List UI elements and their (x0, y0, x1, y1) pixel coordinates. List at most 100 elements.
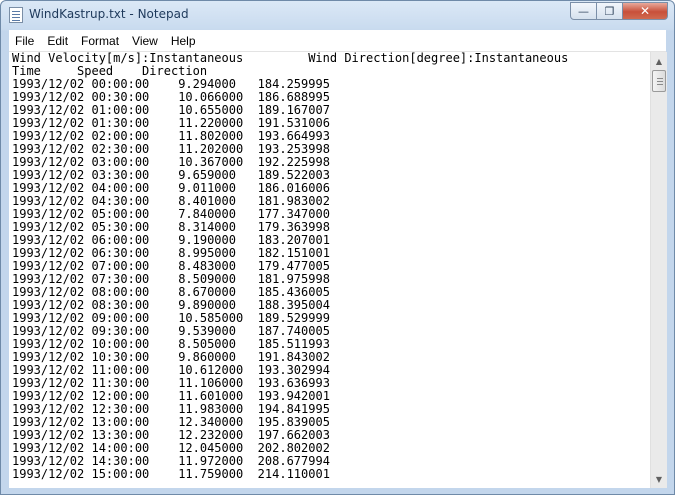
row-time: 1993/12/02 06:30:00 (12, 246, 150, 260)
row-speed: 9.539000 (178, 324, 258, 338)
row-time: 1993/12/02 10:30:00 (12, 350, 150, 364)
row-speed: 9.011000 (178, 181, 258, 195)
row-speed: 7.840000 (178, 207, 258, 221)
row-direction: 193.942001 (257, 389, 330, 403)
row-direction: 193.253998 (257, 142, 330, 156)
row-speed: 8.995000 (178, 246, 258, 260)
row-time: 1993/12/02 13:30:00 (12, 428, 150, 442)
row-speed: 11.972000 (178, 454, 258, 468)
row-time: 1993/12/02 03:00:00 (12, 155, 150, 169)
row-time: 1993/12/02 09:00:00 (12, 311, 150, 325)
row-speed: 11.106000 (178, 376, 258, 390)
row-speed: 9.659000 (178, 168, 258, 182)
text-editor[interactable]: Wind Velocity[m/s]:Instantaneous Wind Di… (9, 52, 658, 488)
data-row: 1993/12/02 15:00:00 11.759000 214.110001 (9, 468, 658, 481)
row-direction: 177.347000 (257, 207, 330, 221)
window-title: WindKastrup.txt - Notepad (29, 7, 189, 21)
row-direction: 189.167007 (257, 103, 330, 117)
row-time: 1993/12/02 02:00:00 (12, 129, 150, 143)
row-direction: 193.302994 (257, 363, 330, 377)
row-time: 1993/12/02 15:00:00 (12, 467, 150, 481)
row-speed: 10.612000 (178, 363, 258, 377)
minimize-button[interactable]: — (570, 2, 597, 20)
row-direction: 184.259995 (257, 77, 330, 91)
row-direction: 214.110001 (257, 467, 330, 481)
maximize-button[interactable]: ❐ (596, 2, 623, 20)
row-time: 1993/12/02 12:30:00 (12, 402, 150, 416)
row-time: 1993/12/02 01:30:00 (12, 116, 150, 130)
row-speed: 11.802000 (178, 129, 258, 143)
row-time: 1993/12/02 10:00:00 (12, 337, 150, 351)
row-time: 1993/12/02 01:00:00 (12, 103, 150, 117)
scroll-thumb[interactable] (652, 70, 666, 92)
row-speed: 11.220000 (178, 116, 258, 130)
row-direction: 191.843002 (257, 350, 330, 364)
row-direction: 202.802002 (257, 441, 330, 455)
row-speed: 11.759000 (178, 467, 258, 481)
row-time: 1993/12/02 05:30:00 (12, 220, 150, 234)
menu-format[interactable]: Format (75, 34, 125, 48)
row-time: 1993/12/02 08:30:00 (12, 298, 150, 312)
menu-help[interactable]: Help (165, 34, 202, 48)
row-speed: 12.340000 (178, 415, 258, 429)
row-time: 1993/12/02 07:30:00 (12, 272, 150, 286)
scroll-down-arrow-icon[interactable]: ▼ (651, 471, 667, 487)
row-direction: 181.983002 (257, 194, 330, 208)
row-speed: 8.483000 (178, 259, 258, 273)
row-speed: 9.190000 (178, 233, 258, 247)
vertical-scrollbar[interactable]: ▲ ▼ (650, 52, 667, 488)
row-speed: 10.655000 (178, 103, 258, 117)
row-direction: 187.740005 (257, 324, 330, 338)
row-speed: 12.045000 (178, 441, 258, 455)
row-time: 1993/12/02 13:00:00 (12, 415, 150, 429)
row-time: 1993/12/02 08:00:00 (12, 285, 150, 299)
row-time: 1993/12/02 12:00:00 (12, 389, 150, 403)
row-direction: 189.529999 (257, 311, 330, 325)
row-speed: 8.505000 (178, 337, 258, 351)
row-speed: 9.860000 (178, 350, 258, 364)
row-speed: 11.202000 (178, 142, 258, 156)
row-direction: 183.207001 (257, 233, 330, 247)
notepad-icon[interactable] (9, 7, 23, 23)
row-speed: 9.890000 (178, 298, 258, 312)
window-controls: — ❐ ✕ (570, 2, 668, 21)
notepad-window: WindKastrup.txt - Notepad — ❐ ✕ File Edi… (0, 0, 675, 495)
data-rows: 1993/12/02 00:00:00 9.294000 184.259995 1… (9, 78, 658, 481)
menu-bar: File Edit Format View Help (9, 30, 666, 52)
title-bar[interactable]: WindKastrup.txt - Notepad — ❐ ✕ (1, 1, 674, 30)
scroll-up-arrow-icon[interactable]: ▲ (651, 53, 667, 69)
row-direction: 193.636993 (257, 376, 330, 390)
row-speed: 8.401000 (178, 194, 258, 208)
row-speed: 10.367000 (178, 155, 258, 169)
row-direction: 191.531006 (257, 116, 330, 130)
row-time: 1993/12/02 06:00:00 (12, 233, 150, 247)
row-direction: 195.839005 (257, 415, 330, 429)
row-speed: 10.066000 (178, 90, 258, 104)
row-direction: 186.688995 (257, 90, 330, 104)
row-direction: 194.841995 (257, 402, 330, 416)
row-speed: 12.232000 (178, 428, 258, 442)
row-time: 1993/12/02 00:30:00 (12, 90, 150, 104)
row-speed: 11.983000 (178, 402, 258, 416)
row-time: 1993/12/02 04:00:00 (12, 181, 150, 195)
row-direction: 186.016006 (257, 181, 330, 195)
row-direction: 181.975998 (257, 272, 330, 286)
row-time: 1993/12/02 11:30:00 (12, 376, 150, 390)
row-direction: 208.677994 (257, 454, 330, 468)
row-time: 1993/12/02 07:00:00 (12, 259, 150, 273)
close-button[interactable]: ✕ (622, 2, 668, 20)
row-direction: 185.511993 (257, 337, 330, 351)
row-direction: 182.151001 (257, 246, 330, 260)
row-speed: 8.670000 (178, 285, 258, 299)
row-time: 1993/12/02 14:00:00 (12, 441, 150, 455)
row-direction: 179.477005 (257, 259, 330, 273)
menu-file[interactable]: File (9, 34, 40, 48)
row-direction: 193.664993 (257, 129, 330, 143)
menu-edit[interactable]: Edit (41, 34, 74, 48)
menu-view[interactable]: View (126, 34, 164, 48)
row-speed: 10.585000 (178, 311, 258, 325)
row-time: 1993/12/02 14:30:00 (12, 454, 150, 468)
row-time: 1993/12/02 09:30:00 (12, 324, 150, 338)
row-time: 1993/12/02 11:00:00 (12, 363, 150, 377)
row-speed: 11.601000 (178, 389, 258, 403)
